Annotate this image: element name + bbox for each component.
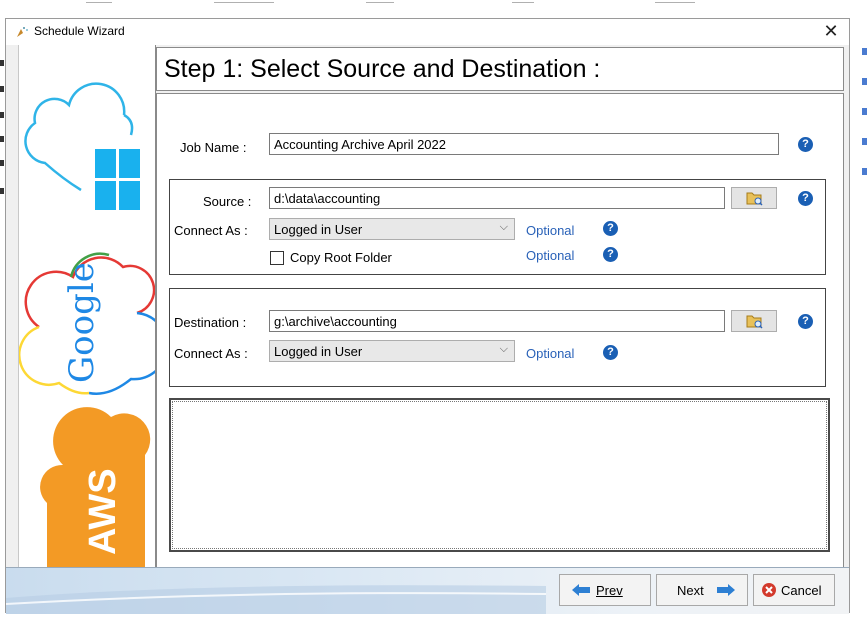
destination-group [169, 288, 826, 387]
background-mark [0, 188, 4, 194]
background-mark [862, 138, 867, 145]
windows-pane [119, 149, 140, 178]
decorative-swoosh [6, 585, 546, 614]
arrow-left-icon [572, 584, 590, 596]
cloud-logos: Google AWS [18, 82, 169, 575]
close-icon[interactable]: ✕ [821, 21, 841, 42]
windows-pane [95, 181, 116, 210]
destination-connect-optional-link[interactable]: Optional [526, 346, 574, 361]
background-mark [862, 48, 867, 55]
chevron-down-icon: ⌵ [499, 221, 508, 233]
destination-help-icon[interactable]: ? [798, 314, 813, 329]
prev-button-label: Prev [596, 583, 623, 598]
aws-logo-text: AWS [82, 468, 124, 555]
background-mark [0, 60, 4, 66]
destination-path-field[interactable]: g:\archive\accounting [269, 310, 725, 332]
schedule-wizard-dialog: Schedule Wizard ✕ Google AWS Step 1: Sel… [5, 18, 850, 614]
copy-root-folder-checkbox[interactable] [270, 251, 284, 265]
destination-connect-select[interactable]: Logged in User ⌵ [269, 340, 515, 362]
prev-button[interactable]: Prev [559, 574, 651, 606]
background-tick [214, 2, 274, 3]
cloud-logo-sidebar: Google AWS [18, 45, 169, 580]
background-mark [0, 160, 4, 166]
wizard-footer: Prev Next Cancel [6, 567, 849, 614]
background-tick [655, 2, 695, 3]
background-tick [512, 2, 534, 3]
source-help-icon[interactable]: ? [798, 191, 813, 206]
source-connect-help-icon[interactable]: ? [603, 221, 618, 236]
destination-label: Destination : [174, 315, 247, 330]
background-mark [862, 108, 867, 115]
background-mark [0, 86, 4, 92]
step-header: Step 1: Select Source and Destination : [156, 47, 844, 91]
title-bar: Schedule Wizard ✕ [6, 19, 849, 45]
background-mark [862, 78, 867, 85]
window-title: Schedule Wizard [34, 24, 125, 38]
source-connect-value: Logged in User [274, 222, 363, 237]
source-browse-button[interactable] [731, 187, 777, 209]
job-name-label: Job Name : [180, 140, 247, 155]
chevron-down-icon: ⌵ [499, 343, 508, 355]
cancel-button[interactable]: Cancel [753, 574, 835, 606]
windows-pane [119, 181, 140, 210]
copy-root-optional-link[interactable]: Optional [526, 248, 574, 263]
app-icon [17, 27, 28, 37]
copy-root-folder-label: Copy Root Folder [290, 250, 392, 265]
page-title: Step 1: Select Source and Destination : [164, 55, 601, 83]
windows-cloud-logo [24, 82, 140, 210]
destination-connect-value: Logged in User [274, 344, 363, 359]
background-tick [366, 2, 394, 3]
background-tick [86, 2, 112, 3]
background-mark [0, 112, 4, 118]
job-name-help-icon[interactable]: ? [798, 137, 813, 152]
windows-pane [95, 149, 116, 178]
next-button-label: Next [677, 583, 704, 598]
google-cloud-logo: Google [18, 252, 169, 395]
wizard-content: Job Name : Accounting Archive April 2022… [156, 93, 844, 580]
source-connect-label: Connect As : [174, 223, 248, 238]
folder-search-icon [746, 315, 763, 329]
source-connect-optional-link[interactable]: Optional [526, 223, 574, 238]
source-path-field[interactable]: d:\data\accounting [269, 187, 725, 209]
source-connect-select[interactable]: Logged in User ⌵ [269, 218, 515, 240]
destination-connect-label: Connect As : [174, 346, 248, 361]
destination-browse-button[interactable] [731, 310, 777, 332]
destination-connect-help-icon[interactable]: ? [603, 345, 618, 360]
folder-search-icon [746, 192, 763, 206]
job-name-field[interactable]: Accounting Archive April 2022 [269, 133, 779, 155]
copy-root-help-icon[interactable]: ? [603, 247, 618, 262]
background-mark [0, 136, 4, 142]
arrow-right-icon [717, 584, 735, 596]
next-button[interactable]: Next [656, 574, 748, 606]
info-box [169, 398, 830, 552]
source-label: Source : [203, 194, 252, 209]
background-app-strip [0, 0, 867, 18]
background-mark [862, 168, 867, 175]
cancel-icon [762, 583, 776, 597]
aws-cloud-logo: AWS [40, 407, 151, 575]
cancel-button-label: Cancel [781, 583, 822, 598]
google-logo-text: Google [62, 262, 102, 383]
